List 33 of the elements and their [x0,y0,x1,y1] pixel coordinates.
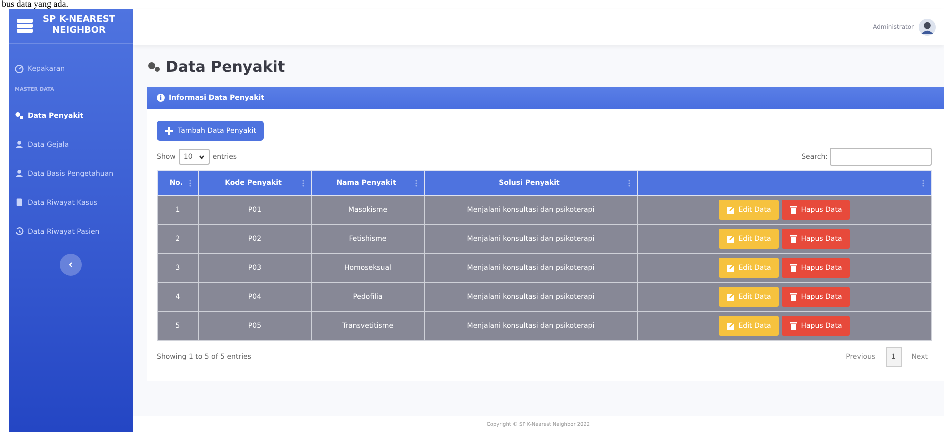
chevron-down-icon [198,154,205,160]
trash-icon [790,235,798,243]
sort-icon[interactable] [628,180,631,186]
user-icon [15,169,24,178]
plus-icon [165,127,173,135]
avatar-icon[interactable] [919,18,936,36]
page-title: Data Penyakit [166,58,286,76]
trash-icon [790,293,798,301]
document-text: bus data yang ada. [1,0,70,9]
history-icon [15,227,24,236]
edit-icon [726,293,735,301]
collapse-button[interactable] [60,254,82,276]
trash-icon [790,206,798,214]
gears-icon [147,61,161,73]
edit-icon [726,264,735,272]
sort-icon[interactable] [188,180,192,186]
edit-icon [726,206,735,214]
sort-icon[interactable] [922,180,925,186]
sort-icon[interactable] [302,180,305,186]
search-field[interactable] [830,148,932,166]
edit-icon [726,322,735,330]
user-icon [15,140,24,149]
trash-icon [790,264,798,272]
chevron-left-icon [68,262,74,268]
gauge-icon [15,64,24,73]
file-icon [15,198,24,207]
edit-icon [726,235,735,243]
brand-name: SP K-NEAREST NEIGHBOR [43,15,116,37]
trash-icon [790,322,798,330]
server-icon [17,19,33,33]
sort-icon[interactable] [415,180,418,186]
info-icon [157,94,165,102]
gears-icon [15,111,24,120]
